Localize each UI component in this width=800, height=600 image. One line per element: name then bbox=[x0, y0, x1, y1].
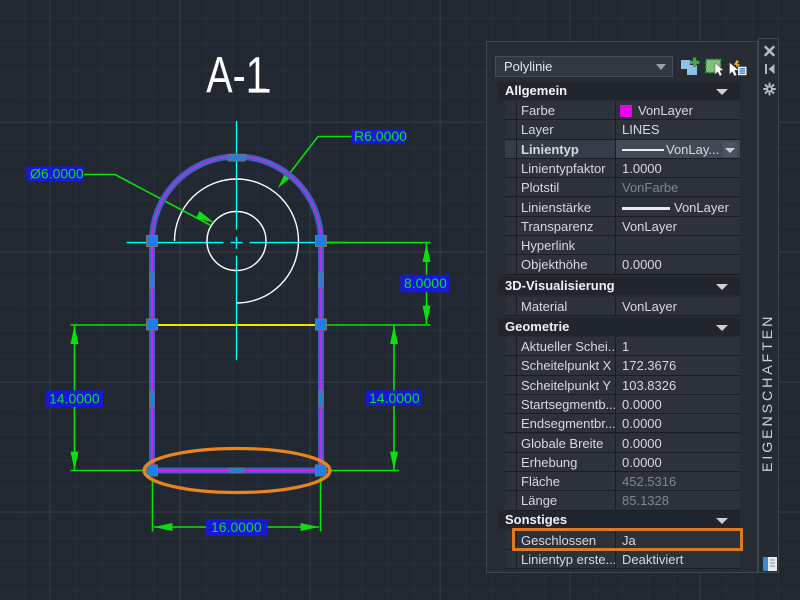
svg-text:14.0000: 14.0000 bbox=[369, 390, 420, 406]
svg-text:A-1: A-1 bbox=[206, 47, 268, 104]
svg-text:16.0000: 16.0000 bbox=[211, 519, 262, 535]
svg-text:14.0000: 14.0000 bbox=[49, 391, 100, 407]
svg-text:R6.0000: R6.0000 bbox=[354, 128, 407, 144]
svg-text:Ø6.0000: Ø6.0000 bbox=[30, 166, 84, 182]
svg-text:8.0000: 8.0000 bbox=[404, 275, 447, 291]
